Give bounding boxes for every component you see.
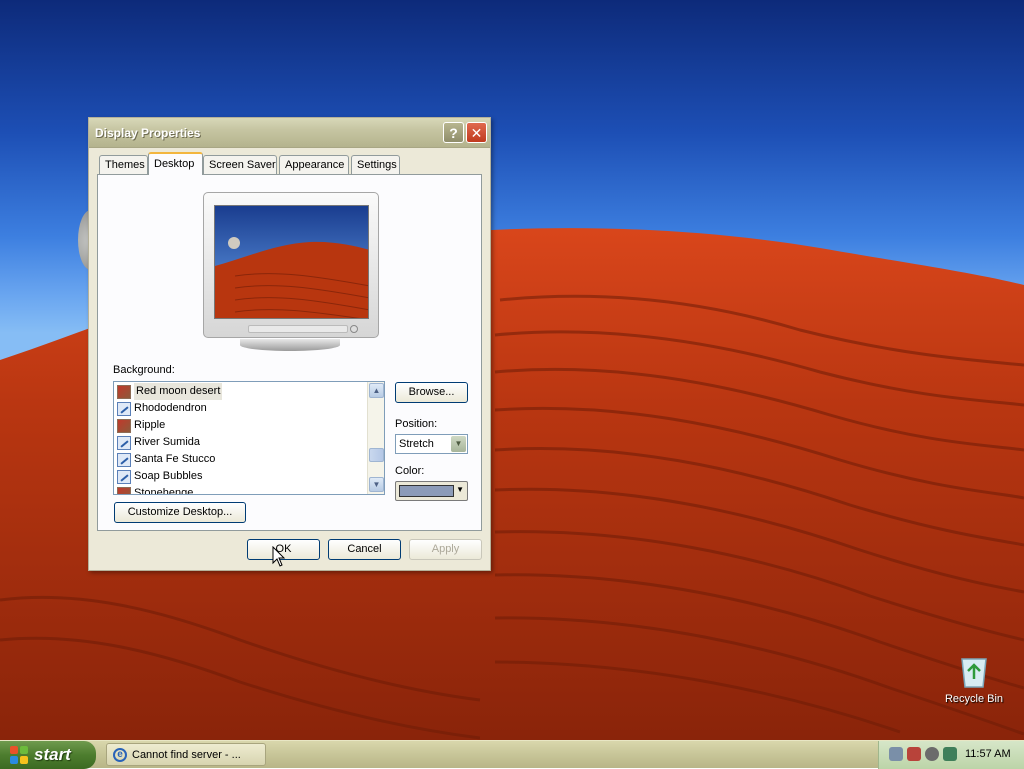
start-label: start — [34, 745, 71, 764]
tab-screen-saver[interactable]: Screen Saver — [203, 155, 277, 174]
tab-settings[interactable]: Settings — [351, 155, 400, 174]
position-label: Position: — [395, 418, 438, 430]
tab-themes[interactable]: Themes — [99, 155, 148, 174]
position-value: Stretch — [399, 438, 434, 450]
windows-logo-icon — [10, 745, 29, 765]
mouse-cursor-icon — [272, 546, 286, 567]
tab-desktop[interactable]: Desktop — [148, 152, 203, 175]
scroll-down-icon[interactable]: ▼ — [369, 477, 384, 492]
clock[interactable]: 11:57 AM — [965, 748, 1011, 760]
image-file-icon — [117, 384, 131, 399]
image-file-icon — [117, 469, 131, 484]
recycle-bin-icon — [961, 658, 987, 688]
desktop-icon-recycle-bin[interactable]: Recycle Bin — [940, 655, 1008, 705]
wallpaper-preview — [214, 205, 369, 319]
desktop-tab-panel: Background: Red moon desert Rhododendron… — [97, 174, 482, 531]
monitor-stand — [240, 339, 340, 351]
list-item[interactable]: Santa Fe Stucco — [117, 451, 215, 468]
tray-app-icon[interactable] — [943, 747, 957, 761]
position-select[interactable]: Stretch ▼ — [395, 434, 468, 454]
background-label: Background: — [113, 364, 175, 376]
start-button[interactable]: start — [0, 741, 96, 769]
scroll-up-icon[interactable]: ▲ — [369, 383, 384, 398]
internet-explorer-icon: e — [113, 747, 127, 762]
security-icon[interactable] — [907, 747, 921, 761]
tab-appearance[interactable]: Appearance — [279, 155, 349, 174]
chevron-down-icon[interactable]: ▼ — [451, 436, 466, 452]
list-item[interactable]: Stonehenge — [117, 485, 193, 494]
image-file-icon — [117, 486, 131, 494]
recycle-bin-label: Recycle Bin — [944, 693, 1004, 705]
chevron-down-icon[interactable]: ▼ — [456, 485, 464, 494]
image-file-icon — [117, 452, 131, 467]
dialog-titlebar[interactable]: Display Properties ? ✕ — [89, 118, 490, 148]
background-listbox[interactable]: Red moon desert Rhododendron Ripple Rive… — [113, 381, 385, 495]
color-swatch — [399, 485, 454, 497]
help-button[interactable]: ? — [443, 122, 464, 143]
list-item[interactable]: Soap Bubbles — [117, 468, 203, 485]
apply-button[interactable]: Apply — [409, 539, 482, 560]
cancel-button[interactable]: Cancel — [328, 539, 401, 560]
taskbar-item-browser[interactable]: e Cannot find server - ... — [106, 743, 266, 766]
taskbar-item-label: Cannot find server - ... — [132, 748, 241, 761]
system-tray: 11:57 AM — [878, 741, 1024, 769]
browse-button[interactable]: Browse... — [395, 382, 468, 403]
power-indicator — [350, 325, 358, 333]
customize-desktop-button[interactable]: Customize Desktop... — [114, 502, 246, 523]
listbox-scrollbar[interactable]: ▲ ▼ — [367, 382, 384, 494]
dialog-title: Display Properties — [95, 126, 201, 140]
monitor-bezel-strip — [248, 325, 348, 333]
close-button[interactable]: ✕ — [466, 122, 487, 143]
color-label: Color: — [395, 465, 425, 477]
taskbar: start e Cannot find server - ... 11:57 A… — [0, 740, 1024, 769]
list-item[interactable]: Rhododendron — [117, 400, 207, 417]
monitor-preview — [203, 192, 379, 338]
display-properties-dialog: Display Properties ? ✕ Themes Desktop Sc… — [88, 117, 491, 571]
list-item[interactable]: Ripple — [117, 417, 165, 434]
list-item[interactable]: Red moon desert — [117, 383, 223, 400]
image-file-icon — [117, 418, 131, 433]
volume-icon[interactable] — [925, 747, 939, 761]
network-icon[interactable] — [889, 747, 903, 761]
image-file-icon — [117, 401, 131, 416]
image-file-icon — [117, 435, 131, 450]
scroll-thumb[interactable] — [369, 448, 384, 462]
color-picker-button[interactable]: ▼ — [395, 481, 468, 501]
list-item[interactable]: River Sumida — [117, 434, 200, 451]
